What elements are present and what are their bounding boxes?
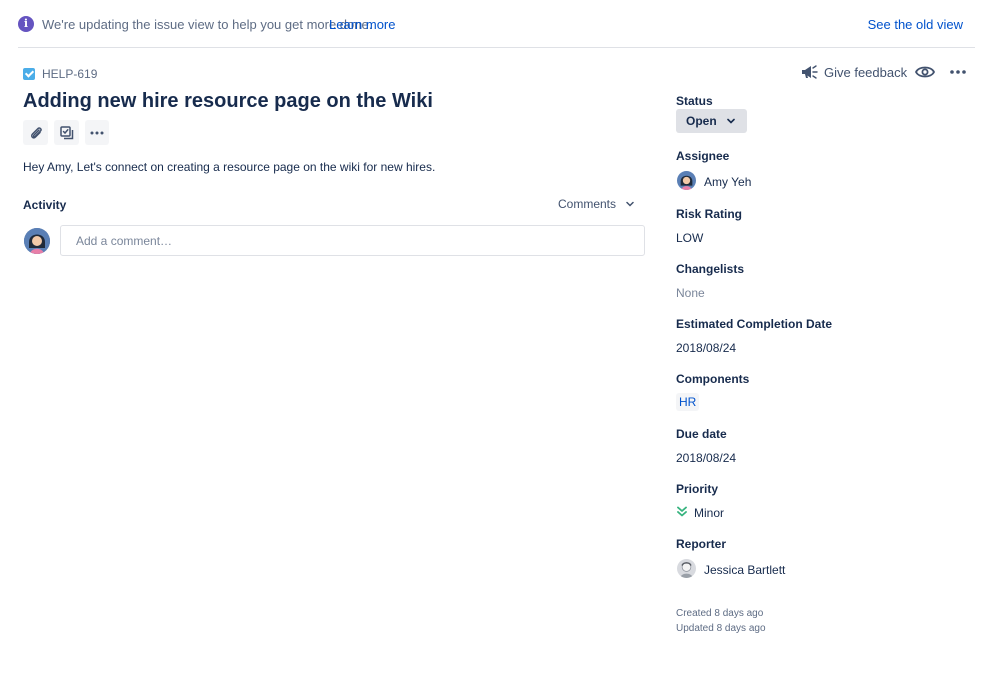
chevron-down-icon — [726, 118, 735, 124]
status-label: Status — [676, 94, 713, 108]
estimated-completion-date-value[interactable]: 2018/08/24 — [676, 341, 736, 355]
assignee-label: Assignee — [676, 149, 730, 163]
subtask-icon — [59, 125, 73, 139]
chevron-down-icon — [626, 201, 634, 207]
due-date-value[interactable]: 2018/08/24 — [676, 451, 736, 465]
issue-key-link[interactable]: HELP-619 — [42, 67, 97, 81]
priority-value[interactable]: Minor — [694, 506, 724, 520]
info-banner: i We're updating the issue view to help … — [18, 0, 975, 48]
estimated-completion-date-label: Estimated Completion Date — [676, 317, 833, 331]
activity-heading: Activity — [23, 198, 67, 212]
changelists-label: Changelists — [676, 262, 745, 276]
reporter-label: Reporter — [676, 537, 727, 551]
megaphone-icon — [802, 65, 818, 79]
more-horizontal-icon — [90, 131, 104, 134]
component-tag-hr[interactable]: HR — [676, 393, 700, 411]
attach-button[interactable] — [23, 120, 48, 145]
changelists-value[interactable]: None — [676, 286, 705, 300]
task-checkbox-icon — [23, 68, 35, 80]
more-actions-button[interactable] — [85, 120, 109, 145]
reporter-avatar — [677, 559, 696, 578]
status-dropdown[interactable]: Open — [676, 109, 747, 133]
components-label: Components — [676, 372, 750, 386]
status-value: Open — [686, 114, 717, 128]
add-comment-input[interactable]: Add a comment… — [60, 225, 645, 256]
give-feedback-label: Give feedback — [824, 64, 908, 80]
info-icon: i — [18, 16, 34, 32]
eye-icon[interactable] — [914, 62, 936, 82]
issue-key-breadcrumb: HELP-619 — [23, 66, 97, 82]
current-user-avatar — [24, 228, 50, 254]
paperclip-icon — [30, 126, 42, 139]
risk-rating-label: Risk Rating — [676, 207, 743, 221]
created-timestamp: Created 8 days ago — [676, 608, 764, 619]
due-date-label: Due date — [676, 427, 727, 441]
activity-filter-label: Comments — [558, 197, 617, 211]
assignee-avatar — [677, 171, 696, 190]
assignee-name[interactable]: Amy Yeh — [704, 175, 751, 189]
reporter-name[interactable]: Jessica Bartlett — [704, 563, 785, 577]
give-feedback-button[interactable]: Give feedback — [800, 63, 907, 81]
priority-label: Priority — [676, 482, 719, 496]
learn-more-link[interactable]: Learn more — [329, 17, 395, 32]
issue-description[interactable]: Hey Amy, Let's connect on creating a res… — [23, 160, 435, 174]
see-old-view-link[interactable]: See the old view — [868, 17, 963, 32]
risk-rating-value[interactable]: LOW — [676, 231, 703, 245]
issue-title[interactable]: Adding new hire resource page on the Wik… — [23, 90, 433, 113]
more-horizontal-icon[interactable] — [948, 62, 968, 82]
double-chevron-down-icon — [677, 506, 687, 517]
updated-timestamp: Updated 8 days ago — [676, 623, 766, 634]
activity-filter-dropdown[interactable]: Comments — [558, 197, 634, 211]
create-subtask-button[interactable] — [54, 120, 79, 145]
banner-message: We're updating the issue view to help yo… — [42, 17, 373, 32]
